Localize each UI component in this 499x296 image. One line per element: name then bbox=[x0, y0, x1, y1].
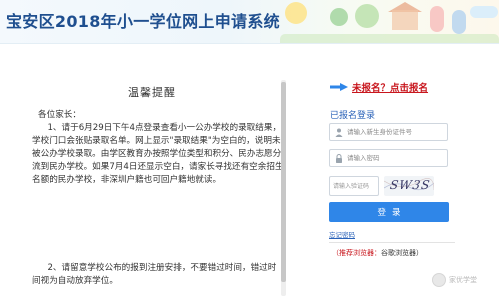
scrollbar-thumb[interactable] bbox=[281, 82, 286, 282]
arrow-right-icon bbox=[330, 83, 348, 91]
captcha-input[interactable] bbox=[333, 178, 377, 194]
browser-tip-label: （推荐浏览器： bbox=[332, 249, 381, 257]
notice-paragraph-1: 1、请于6月29日下午4点登录查看小一公办学校的录取结果，学校门口会张贴录取名单… bbox=[32, 123, 284, 185]
login-panel: 未报名？点击报名 已报名登录 SW3S 登录 忘记密码 （推荐浏览器：谷歌浏览器… bbox=[300, 60, 499, 296]
user-icon bbox=[335, 128, 343, 137]
tree-illustration bbox=[330, 8, 348, 26]
watermark-text: 家优学堂 bbox=[449, 276, 477, 284]
grass-illustration bbox=[280, 34, 499, 43]
notice-panel: 温馨提醒 各位家长： 1、请于6月29日下午4点登录查看小一公办学校的录取结果，… bbox=[18, 80, 286, 294]
id-number-input[interactable] bbox=[347, 124, 445, 140]
captcha-text: SW3S bbox=[389, 178, 432, 192]
site-title: 宝安区2018年小一学位网上申请系统 bbox=[6, 12, 280, 31]
login-button[interactable]: 登录 bbox=[329, 202, 449, 222]
password-input[interactable] bbox=[347, 150, 445, 166]
forgot-password-link[interactable]: 忘记密码 bbox=[329, 229, 355, 239]
tree-illustration bbox=[355, 4, 379, 28]
captcha-image[interactable]: SW3S bbox=[384, 176, 434, 196]
password-field[interactable] bbox=[329, 149, 448, 167]
lock-icon bbox=[336, 154, 342, 163]
notice-title: 温馨提醒 bbox=[128, 86, 176, 99]
notice-paragraph-2: 2、请留意学校公布的报到注册安排，不要错过时间，错过时间视为自动放弃学位。 bbox=[32, 263, 277, 286]
watermark: 家优学堂 bbox=[432, 270, 494, 290]
notice-salutation: 各位家长： bbox=[38, 110, 81, 120]
id-number-field[interactable] bbox=[329, 123, 448, 141]
sun-illustration bbox=[285, 2, 307, 24]
browser-recommendation: （推荐浏览器：谷歌浏览器） bbox=[332, 248, 423, 258]
captcha-field[interactable] bbox=[329, 176, 379, 196]
browser-tip-value: 谷歌浏览器） bbox=[381, 249, 423, 257]
house-illustration bbox=[392, 10, 418, 30]
divider bbox=[329, 242, 455, 243]
child-illustration bbox=[452, 10, 466, 34]
login-section-label: 已报名登录 bbox=[330, 111, 376, 121]
child-illustration bbox=[430, 6, 444, 32]
header-banner: 宝安区2018年小一学位网上申请系统 bbox=[0, 0, 499, 44]
watermark-logo-icon bbox=[432, 273, 446, 287]
cloud-illustration bbox=[470, 6, 498, 18]
register-link[interactable]: 未报名？点击报名 bbox=[352, 80, 428, 94]
notice-scrollbar[interactable] bbox=[281, 80, 286, 296]
